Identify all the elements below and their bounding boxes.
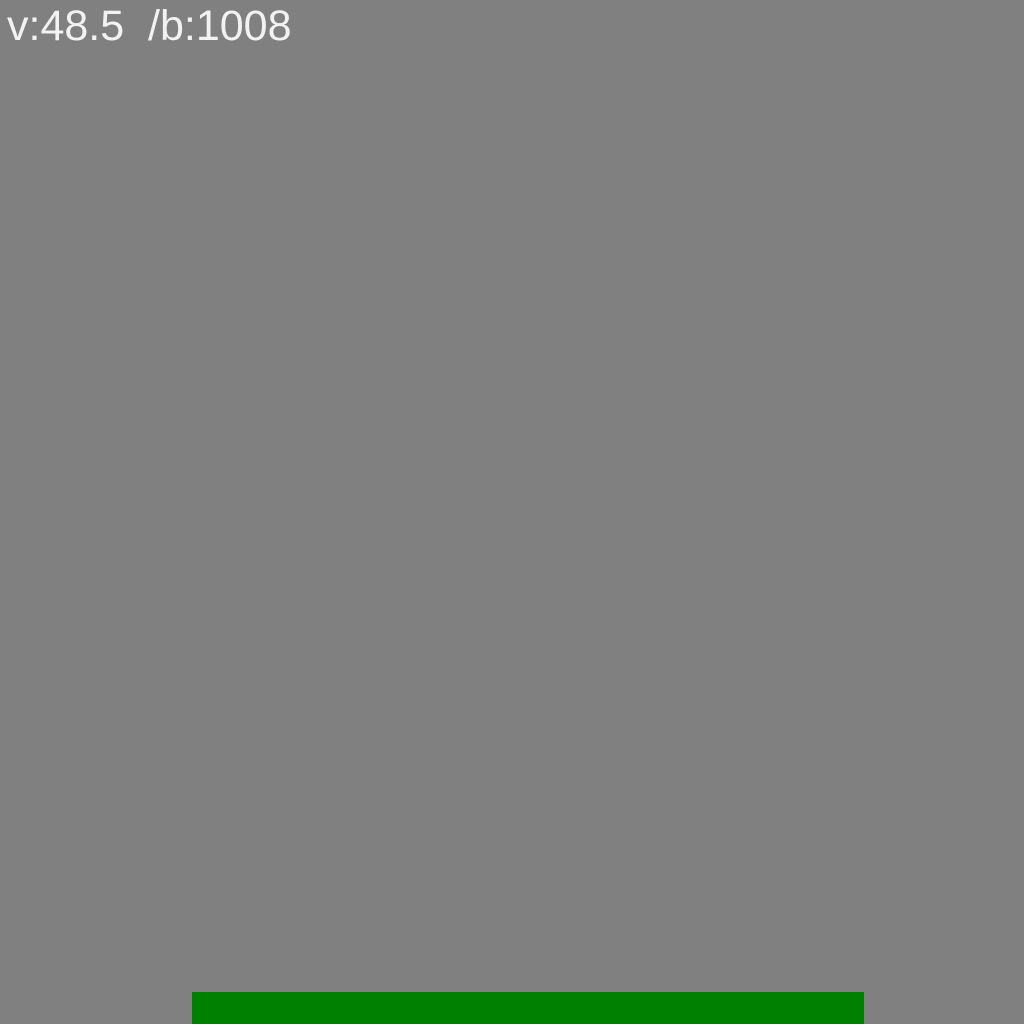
status-readout: v:48.5 /b:1008 [7,0,292,52]
paddle[interactable] [192,992,864,1024]
bounce-readout: /b:1008 [148,2,292,50]
velocity-readout: v:48.5 [7,2,125,50]
readout-separator [124,2,148,50]
